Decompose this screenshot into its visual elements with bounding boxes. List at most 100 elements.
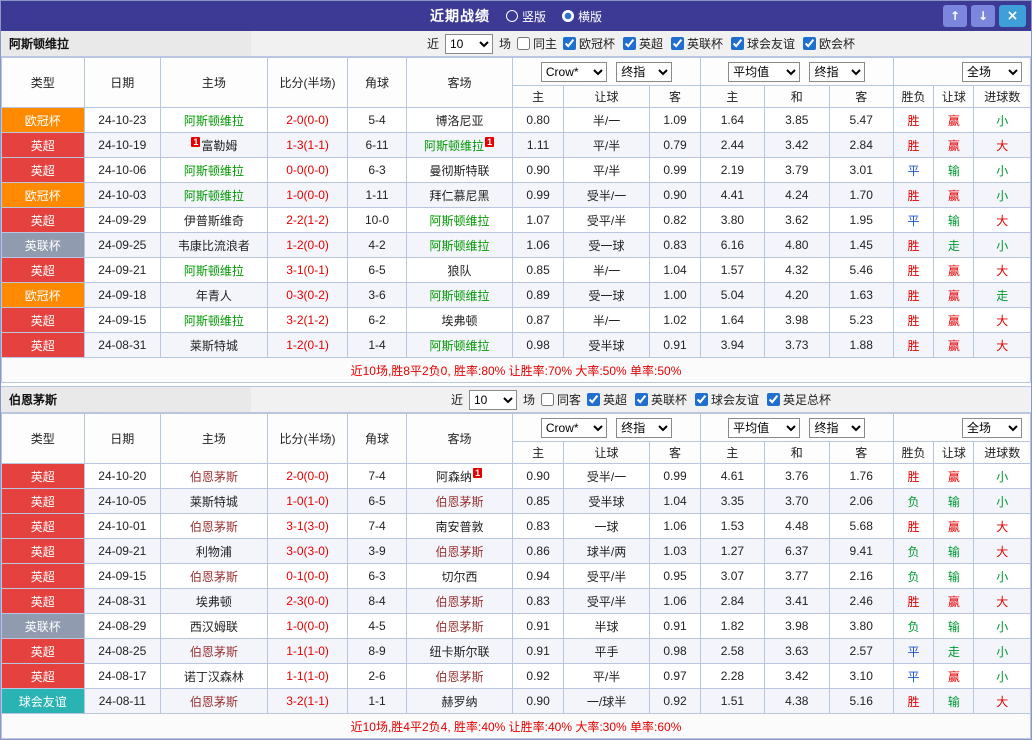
final-odds-select[interactable]: 终指 bbox=[616, 417, 673, 438]
team-name-cell: 年青人 bbox=[160, 282, 268, 308]
average-odds-select[interactable]: 平均值 bbox=[728, 417, 801, 438]
league-label: 球会友谊 bbox=[711, 393, 760, 407]
near-label: 近 bbox=[426, 37, 439, 51]
col-eu-draw: 和 bbox=[764, 85, 830, 108]
titlebar-center: 近期战绩 竖版 横版 bbox=[1, 6, 1031, 26]
final-odds-select[interactable]: 终指 bbox=[616, 61, 673, 82]
eu-home-odds: 1.27 bbox=[699, 538, 766, 564]
team-name: 博洛尼亚 bbox=[435, 113, 484, 128]
col-handicap-result: 让球 bbox=[933, 85, 975, 108]
team-name-cell: 赫罗纳 bbox=[405, 688, 514, 714]
match-score: 0-0(0-0) bbox=[266, 157, 349, 183]
team-name-cell: 伯恩茅斯 bbox=[160, 463, 268, 489]
ah-line: 受半/一 bbox=[562, 182, 651, 208]
league-filter[interactable]: 英超 bbox=[623, 35, 663, 52]
ah-away-odds: 0.79 bbox=[649, 132, 701, 158]
corner-score: 6-5 bbox=[347, 488, 407, 514]
match-row: 英超 24-09-15 伯恩茅斯 0-1(0-0) 6-3 切尔西 0.94 受平/半 0.95… bbox=[1, 563, 1031, 589]
games-count-select[interactable]: 10 bbox=[468, 389, 517, 410]
league-checkbox[interactable] bbox=[623, 37, 636, 50]
match-date: 24-08-11 bbox=[83, 688, 162, 714]
eu-away-odds: 2.46 bbox=[828, 588, 894, 614]
ah-home-odds: 0.90 bbox=[512, 157, 564, 183]
match-date: 24-09-25 bbox=[83, 232, 162, 258]
col-ah-away: 客 bbox=[649, 441, 701, 464]
league-checkbox[interactable] bbox=[767, 393, 781, 406]
league-filter[interactable]: 英联杯 bbox=[635, 391, 687, 408]
match-score: 1-2(0-0) bbox=[266, 232, 349, 258]
handicap-result: 赢 bbox=[933, 332, 975, 358]
result-outcome: 胜 bbox=[892, 332, 935, 358]
eu-home-odds: 2.58 bbox=[699, 638, 766, 664]
league-checkbox[interactable] bbox=[803, 37, 817, 50]
same-venue-checkbox[interactable] bbox=[540, 393, 554, 406]
eu-away-odds: 1.88 bbox=[828, 332, 894, 358]
league-checkbox[interactable] bbox=[731, 37, 745, 50]
team-name-cell: 曼彻斯特联 bbox=[405, 157, 514, 183]
final-odds-select[interactable]: 终指 bbox=[809, 61, 866, 82]
layout-vertical-label: 竖版 bbox=[521, 9, 546, 24]
league-filter[interactable]: 英联杯 bbox=[671, 35, 723, 52]
team-name-cell: 阿斯顿维拉 1 bbox=[405, 132, 514, 158]
eu-draw-odds: 6.37 bbox=[764, 538, 830, 564]
league-checkbox[interactable] bbox=[586, 393, 600, 406]
corner-score: 6-11 bbox=[347, 132, 407, 158]
scope-select[interactable]: 全场 bbox=[962, 61, 1022, 82]
average-odds-select[interactable]: 平均值 bbox=[728, 61, 801, 82]
col-date: 日期 bbox=[83, 57, 162, 108]
team-name-cell: 伯恩茅斯 bbox=[160, 638, 268, 664]
eu-draw-odds: 3.70 bbox=[764, 488, 830, 514]
handicap-result: 输 bbox=[933, 688, 975, 714]
layout-vertical-radio[interactable]: 竖版 bbox=[505, 8, 546, 25]
match-type-badge: 英超 bbox=[1, 588, 85, 614]
match-row: 英超 24-08-31 埃弗顿 2-3(0-0) 8-4 伯恩茅斯 0.83 受平/半 1.06… bbox=[1, 588, 1031, 614]
move-up-button[interactable]: ↑ bbox=[943, 5, 967, 27]
league-label: 欧冠杯 bbox=[578, 37, 615, 51]
team-name-cell: 阿斯顿维拉 bbox=[405, 332, 514, 358]
league-checkbox[interactable] bbox=[562, 37, 576, 50]
eu-away-odds: 1.70 bbox=[828, 182, 894, 208]
goals-result: 走 bbox=[973, 282, 1031, 308]
league-filter[interactable]: 英足总杯 bbox=[767, 391, 831, 408]
eu-home-odds: 1.64 bbox=[699, 307, 766, 333]
team-name: 赫罗纳 bbox=[441, 694, 478, 709]
result-outcome: 负 bbox=[892, 563, 935, 589]
league-checkbox[interactable] bbox=[671, 37, 685, 50]
league-filter[interactable]: 欧会杯 bbox=[803, 35, 855, 52]
team-name-cell: 伯恩茅斯 bbox=[405, 488, 514, 514]
match-row: 英超 24-10-06 阿斯顿维拉 0-0(0-0) 6-3 曼彻斯特联 0.90 平/半 0.… bbox=[1, 157, 1031, 183]
league-filter[interactable]: 球会友谊 bbox=[731, 35, 795, 52]
ah-line: 受平/半 bbox=[562, 563, 651, 589]
team-name: 伯恩茅斯 bbox=[189, 519, 238, 534]
layout-horizontal-radio[interactable]: 横版 bbox=[562, 8, 602, 25]
team-name-cell: 阿斯顿维拉 bbox=[405, 207, 514, 233]
bookmaker-select[interactable]: Crow* bbox=[540, 417, 607, 438]
scope-select[interactable]: 全场 bbox=[962, 417, 1022, 438]
result-outcome: 负 bbox=[892, 613, 935, 639]
ah-line: 平/半 bbox=[562, 157, 651, 183]
move-down-button[interactable]: ↓ bbox=[971, 5, 995, 27]
team-name-cell: 阿斯顿维拉 bbox=[160, 257, 268, 283]
ah-line: 半/一 bbox=[562, 107, 651, 133]
match-type-badge: 英超 bbox=[1, 463, 85, 489]
league-filter[interactable]: 欧冠杯 bbox=[562, 35, 615, 52]
match-row: 英超 24-08-17 诺丁汉森林 1-1(1-0) 2-6 伯恩茅斯 0.92 平/半 0.9… bbox=[1, 663, 1031, 689]
team-name: 伯恩茅斯 bbox=[189, 694, 238, 709]
bookmaker-select[interactable]: Crow* bbox=[540, 61, 607, 82]
eu-draw-odds: 4.38 bbox=[764, 688, 830, 714]
corner-score: 4-5 bbox=[347, 613, 407, 639]
league-checkbox[interactable] bbox=[635, 393, 648, 406]
games-count-select[interactable]: 10 bbox=[444, 33, 493, 54]
match-score: 2-3(0-0) bbox=[266, 588, 349, 614]
league-filter[interactable]: 球会友谊 bbox=[695, 391, 759, 408]
red-card-badge: 1 bbox=[485, 136, 495, 147]
same-venue-filter[interactable]: 同主 bbox=[516, 35, 557, 52]
team-name-cell: 伯恩茅斯 bbox=[405, 613, 514, 639]
close-button[interactable]: × bbox=[999, 5, 1026, 27]
league-filter[interactable]: 英超 bbox=[586, 391, 627, 408]
same-venue-filter[interactable]: 同客 bbox=[540, 391, 581, 408]
team-title: 阿斯顿维拉 bbox=[1, 31, 251, 56]
same-venue-checkbox[interactable] bbox=[516, 37, 530, 50]
league-checkbox[interactable] bbox=[695, 393, 709, 406]
final-odds-select[interactable]: 终指 bbox=[809, 417, 866, 438]
